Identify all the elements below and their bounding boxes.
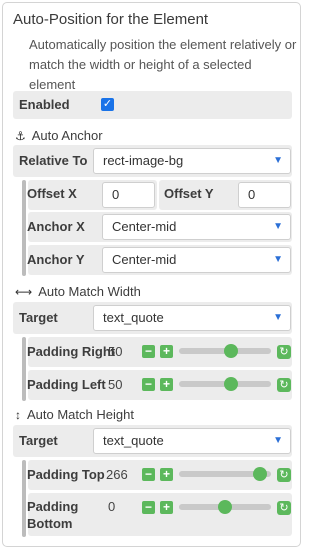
padding-bottom-decrease-button[interactable]: − <box>142 501 155 514</box>
anchor-y-value: Center-mid <box>112 252 177 267</box>
padding-top-label: Padding Top <box>27 467 105 482</box>
relative-to-select[interactable]: rect-image-bg ▼ <box>93 148 291 174</box>
anchor-x-value: Center-mid <box>112 219 177 234</box>
padding-left-decrease-button[interactable]: − <box>142 378 155 391</box>
auto-anchor-title: Auto Anchor <box>31 128 103 143</box>
relative-to-value: rect-image-bg <box>103 153 184 168</box>
padding-right-reset-icon[interactable]: ↻ <box>277 345 291 359</box>
horizontal-arrows-icon: ⟷ <box>15 284 33 299</box>
chevron-down-icon: ▼ <box>273 155 283 166</box>
anchor-y-select[interactable]: Center-mid ▼ <box>102 247 291 273</box>
height-target-select[interactable]: text_quote ▼ <box>93 428 291 454</box>
anchor-icon: ⚓ <box>15 128 26 143</box>
chevron-down-icon: ▼ <box>273 435 283 446</box>
padding-left-value: 50 <box>108 377 123 392</box>
padding-top-slider[interactable] <box>179 467 271 481</box>
offset-x-input[interactable]: 0 <box>102 182 155 208</box>
padding-top-reset-icon[interactable]: ↻ <box>277 468 291 482</box>
auto-anchor-header: ⚓ Auto Anchor <box>15 128 103 143</box>
padding-bottom-reset-icon[interactable]: ↻ <box>277 501 291 515</box>
padding-bottom-label: Padding Bottom <box>27 499 79 531</box>
anchor-x-label: Anchor X <box>27 219 85 234</box>
auto-match-height-header: ↕ Auto Match Height <box>15 407 134 422</box>
offset-y-input[interactable]: 0 <box>238 182 291 208</box>
height-target-value: text_quote <box>103 433 164 448</box>
padding-right-value: 50 <box>108 344 123 359</box>
offset-x-label: Offset X <box>27 186 77 201</box>
auto-match-width-header: ⟷ Auto Match Width <box>15 284 141 299</box>
padding-right-label: Padding Right <box>27 344 116 359</box>
width-target-label: Target <box>19 310 58 325</box>
relative-to-label: Relative To <box>19 153 88 168</box>
padding-top-value: 266 <box>106 467 128 482</box>
chevron-down-icon: ▼ <box>273 312 283 323</box>
chevron-down-icon: ▼ <box>273 221 283 232</box>
offset-y-label: Offset Y <box>164 186 214 201</box>
enabled-label: Enabled <box>19 97 70 112</box>
width-target-select[interactable]: text_quote ▼ <box>93 305 291 331</box>
vertical-arrows-icon: ↕ <box>15 407 21 422</box>
auto-match-height-title: Auto Match Height <box>27 407 134 422</box>
anchor-x-select[interactable]: Center-mid ▼ <box>102 214 291 240</box>
height-group-bar <box>22 460 26 537</box>
padding-bottom-slider[interactable] <box>179 500 271 514</box>
padding-bottom-value: 0 <box>108 499 116 514</box>
padding-left-increase-button[interactable]: + <box>160 378 173 391</box>
chevron-down-icon: ▼ <box>273 254 283 265</box>
width-target-value: text_quote <box>103 310 164 325</box>
anchor-group-bar <box>22 180 26 276</box>
padding-left-label: Padding Left <box>27 377 106 392</box>
padding-bottom-slider-thumb[interactable] <box>218 500 232 514</box>
padding-left-slider[interactable] <box>179 377 271 391</box>
width-group-bar <box>22 337 26 401</box>
height-target-label: Target <box>19 433 58 448</box>
padding-right-increase-button[interactable]: + <box>160 345 173 358</box>
padding-top-decrease-button[interactable]: − <box>142 468 155 481</box>
padding-top-increase-button[interactable]: + <box>160 468 173 481</box>
panel-title: Auto-Position for the Element <box>13 11 209 28</box>
enabled-checkbox[interactable]: ✓ <box>101 98 114 111</box>
anchor-y-label: Anchor Y <box>27 252 85 267</box>
padding-left-reset-icon[interactable]: ↻ <box>277 378 291 392</box>
padding-right-decrease-button[interactable]: − <box>142 345 155 358</box>
auto-position-panel: Auto-Position for the Element Automatica… <box>2 2 301 547</box>
padding-right-slider[interactable] <box>179 344 271 358</box>
padding-top-slider-thumb[interactable] <box>252 467 267 481</box>
auto-match-width-title: Auto Match Width <box>38 284 141 299</box>
panel-description: Automatically position the element relat… <box>29 37 297 92</box>
padding-bottom-increase-button[interactable]: + <box>160 501 173 514</box>
